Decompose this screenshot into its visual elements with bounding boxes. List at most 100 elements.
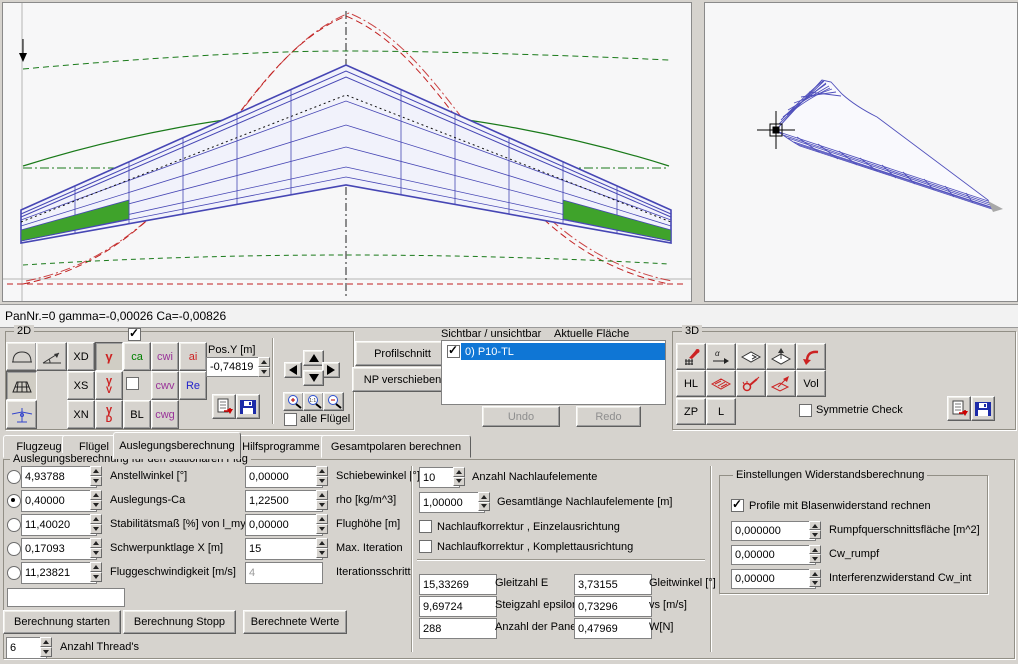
- anstellwinkel-spinner[interactable]: [90, 466, 102, 486]
- save-2d-button[interactable]: [236, 394, 260, 419]
- cw-rumpf-spinner[interactable]: [809, 545, 821, 563]
- xd-button[interactable]: XD: [67, 342, 95, 371]
- gamma-d-button[interactable]: γ D: [95, 400, 123, 429]
- symmetrie-check-checkbox[interactable]: [799, 404, 812, 417]
- cw-int-field[interactable]: 0,00000: [731, 569, 816, 589]
- max-iteration-field[interactable]: 15: [245, 538, 323, 560]
- surface-listbox[interactable]: 0) P10-TL: [441, 340, 666, 405]
- radio-fluggeschwindigkeit[interactable]: [7, 566, 21, 580]
- anstellwinkel-field[interactable]: 4,93788: [21, 466, 97, 488]
- aircraft-front-button[interactable]: [6, 400, 37, 429]
- cwi-button[interactable]: cwi: [151, 342, 179, 371]
- posy-field[interactable]: -0,74819: [206, 357, 264, 377]
- schwerpunktlage-field[interactable]: 0,17093: [21, 538, 97, 560]
- gamma-button[interactable]: γ: [95, 342, 123, 371]
- zp-button[interactable]: ZP: [676, 398, 706, 425]
- ai-button[interactable]: ai: [179, 342, 207, 371]
- radio-auslegungs-ca[interactable]: [7, 494, 21, 508]
- pan-up-button[interactable]: [303, 350, 324, 366]
- bl-button[interactable]: BL: [123, 400, 151, 429]
- zoom-out-button[interactable]: [323, 392, 344, 411]
- surface-selected-row[interactable]: 0) P10-TL: [461, 343, 666, 360]
- copy-report-3d-button[interactable]: [947, 396, 971, 421]
- tab-auslegungsberechnung[interactable]: Auslegungsberechnung: [113, 432, 241, 459]
- panel-diamond-button[interactable]: [736, 343, 766, 370]
- auslegungs-ca-field[interactable]: 0,40000: [21, 490, 97, 512]
- zoom-1to1-button[interactable]: 1:1: [303, 392, 324, 411]
- gesamtlaenge-spinner[interactable]: [478, 492, 490, 511]
- radio-anstellwinkel[interactable]: [7, 470, 21, 484]
- max-iteration-spinner[interactable]: [316, 538, 328, 558]
- threads-spinner[interactable]: [40, 637, 52, 657]
- berechnung-starten-button[interactable]: Berechnung starten: [3, 610, 121, 634]
- undo-view-button[interactable]: [796, 343, 826, 370]
- profilschnitt-label: Profilschnitt: [374, 348, 431, 360]
- nachlaufkorrektur-komplett-checkbox[interactable]: [419, 540, 432, 553]
- panel-vector-button[interactable]: [766, 370, 796, 397]
- alpha-flow-button[interactable]: α: [706, 343, 736, 370]
- tab-gesamtpolaren[interactable]: Gesamtpolaren berechnen: [321, 435, 471, 458]
- gamma-visible-checkbox[interactable]: [128, 328, 141, 341]
- flughoehe-spinner[interactable]: [316, 514, 328, 534]
- cw-rumpf-field[interactable]: 0,00000: [731, 545, 816, 565]
- save-3d-button[interactable]: [971, 396, 995, 421]
- gamma-v-checkbox[interactable]: [126, 377, 139, 390]
- vol-button[interactable]: Vol: [796, 370, 826, 397]
- hatch-panel-button[interactable]: [706, 370, 736, 397]
- cwv-button[interactable]: cwv: [151, 371, 179, 400]
- zoom-in-button[interactable]: [283, 392, 304, 411]
- planform-plot[interactable]: [2, 2, 692, 302]
- redo-button[interactable]: Redo: [576, 406, 641, 427]
- cw-int-spinner[interactable]: [809, 569, 821, 587]
- schiebewinkel-spinner[interactable]: [316, 466, 328, 486]
- fluggeschwindigkeit-field[interactable]: 11,23821: [21, 562, 97, 584]
- schiebewinkel-field[interactable]: 0,00000: [245, 466, 323, 488]
- alle-fluegel-checkbox[interactable]: [284, 413, 297, 426]
- berechnete-werte-button[interactable]: Berechnete Werte: [243, 610, 347, 634]
- rho-spinner[interactable]: [316, 490, 328, 510]
- radio-stabilitaetsmass[interactable]: [7, 518, 21, 532]
- xs-button[interactable]: XS: [67, 371, 95, 400]
- gamma-v-button[interactable]: γ V: [95, 371, 123, 400]
- berechnung-stopp-button[interactable]: Berechnung Stopp: [123, 610, 236, 634]
- wing-3d-plot[interactable]: [704, 2, 1018, 302]
- re-button[interactable]: Re: [179, 371, 207, 400]
- nachlaufelemente-spinner[interactable]: [453, 467, 465, 486]
- hl-button[interactable]: HL: [676, 370, 706, 397]
- pan-right-button[interactable]: [322, 362, 340, 378]
- radio-schwerpunktlage[interactable]: [7, 542, 21, 556]
- surface-list-item[interactable]: 0) P10-TL: [442, 343, 665, 360]
- blasenwiderstand-checkbox[interactable]: [731, 499, 744, 512]
- rumpfquerschnitt-label: Rumpfquerschnittsfläche [m^2]: [829, 524, 980, 537]
- rumpfquerschnitt-spinner[interactable]: [809, 521, 821, 539]
- flughoehe-field[interactable]: 0,00000: [245, 514, 323, 536]
- paint-grid-button[interactable]: [676, 343, 706, 370]
- stabilitaetsmass-spinner[interactable]: [90, 514, 102, 534]
- copy-report-2d-button[interactable]: [212, 394, 236, 419]
- l-button[interactable]: L: [706, 398, 736, 425]
- stabilitaetsmass-field[interactable]: 11,40020: [21, 514, 97, 536]
- panel-lift-button[interactable]: [766, 343, 796, 370]
- nachlaufkorrektur-einzel-checkbox[interactable]: [419, 520, 432, 533]
- alpha-angle-button[interactable]: [36, 342, 67, 371]
- surface-visible-checkbox[interactable]: [447, 345, 460, 358]
- pan-left-button[interactable]: [284, 362, 302, 378]
- undo-button[interactable]: Undo: [482, 406, 560, 427]
- spray-button[interactable]: [736, 370, 766, 397]
- zp-label: ZP: [684, 406, 698, 418]
- xn-button[interactable]: XN: [67, 400, 95, 429]
- profile-curve-button[interactable]: [6, 342, 37, 371]
- pan-down-button[interactable]: [303, 370, 324, 386]
- rho-field[interactable]: 1,22500: [245, 490, 323, 512]
- cwg-button[interactable]: cwg: [151, 400, 179, 429]
- ca-button[interactable]: ca: [123, 342, 151, 371]
- posy-spinner[interactable]: [258, 357, 270, 377]
- schwerpunktlage-spinner[interactable]: [90, 538, 102, 558]
- fluggeschwindigkeit-spinner[interactable]: [90, 562, 102, 582]
- gesamtlaenge-field[interactable]: 1,00000: [419, 492, 485, 513]
- profilschnitt-button[interactable]: Profilschnitt: [355, 341, 450, 366]
- rumpfquerschnitt-field[interactable]: 0,000000: [731, 521, 816, 541]
- auslegungs-ca-spinner[interactable]: [90, 490, 102, 510]
- np-verschieben-button[interactable]: NP verschieben: [352, 367, 453, 392]
- wing-mesh-button[interactable]: [6, 371, 37, 400]
